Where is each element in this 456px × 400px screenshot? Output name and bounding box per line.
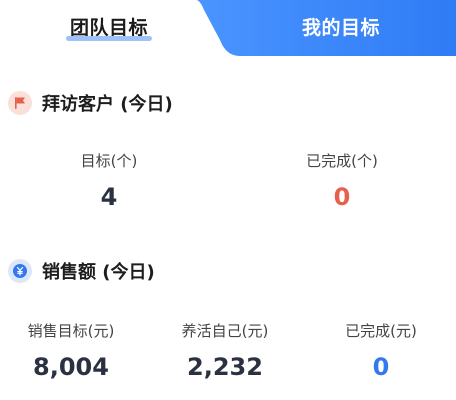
visit-section-header: 拜访客户 (今日) bbox=[8, 90, 173, 116]
sales-completed-stat: 已完成(元) 0 bbox=[322, 320, 440, 381]
visit-target-label: 目标(个) bbox=[80, 152, 138, 170]
visit-target-value: 4 bbox=[100, 183, 118, 211]
visit-target-stat: 目标(个) 4 bbox=[54, 150, 164, 211]
visit-completed-stat: 已完成(个) 0 bbox=[282, 150, 402, 211]
flag-icon bbox=[8, 91, 32, 115]
tab-team-goal[interactable]: 团队目标 bbox=[0, 0, 218, 52]
sales-self-support-stat: 养活自己(元) 2,232 bbox=[166, 320, 284, 381]
sales-self-support-label: 养活自己(元) bbox=[181, 322, 269, 340]
goal-tabs: 团队目标 我的目标 bbox=[0, 0, 456, 56]
tab-my-goal-label: 我的目标 bbox=[301, 16, 380, 39]
sales-completed-label: 已完成(元) bbox=[345, 322, 417, 340]
sales-self-support-value: 2,232 bbox=[187, 353, 263, 381]
visit-completed-value: 0 bbox=[333, 183, 351, 211]
sales-target-stat: 销售目标(元) 8,004 bbox=[12, 320, 130, 381]
visit-completed-label: 已完成(个) bbox=[306, 152, 378, 170]
sales-completed-value: 0 bbox=[372, 353, 390, 381]
sales-section-title: 销售额 (今日) bbox=[42, 262, 155, 283]
sales-section-header: 销售额 (今日) bbox=[8, 258, 155, 284]
tab-my-goal[interactable]: 我的目标 bbox=[226, 0, 456, 52]
active-tab-underline bbox=[66, 36, 152, 41]
yuan-coin-icon bbox=[8, 259, 32, 283]
sales-target-label: 销售目标(元) bbox=[27, 322, 115, 340]
visit-section-title: 拜访客户 (今日) bbox=[42, 94, 173, 115]
sales-target-value: 8,004 bbox=[33, 353, 109, 381]
